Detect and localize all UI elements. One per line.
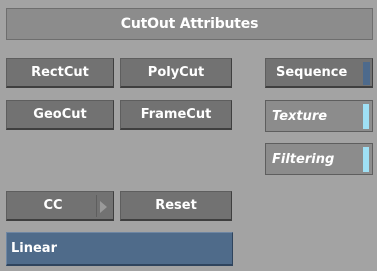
cc-divider — [96, 195, 97, 217]
filtering-toggle[interactable]: Filtering — [265, 143, 373, 175]
texture-toggle[interactable]: Texture — [265, 100, 373, 132]
sequence-button[interactable]: Sequence — [265, 58, 373, 88]
cc-button[interactable]: CC — [6, 191, 114, 221]
cutout-attributes-panel: CutOut Attributes RectCut PolyCut GeoCut… — [0, 0, 377, 271]
triangle-right-icon[interactable] — [100, 201, 107, 213]
texture-label: Texture — [272, 108, 328, 124]
geocut-button[interactable]: GeoCut — [6, 100, 114, 130]
panel-title: CutOut Attributes — [6, 8, 373, 40]
cc-label: CC — [43, 198, 63, 213]
framecut-button[interactable]: FrameCut — [120, 100, 232, 130]
rectcut-button[interactable]: RectCut — [6, 58, 114, 88]
reset-button[interactable]: Reset — [120, 191, 232, 221]
mode-dropdown[interactable]: Linear — [6, 232, 233, 266]
filtering-toggle-indicator — [363, 147, 369, 172]
filtering-label: Filtering — [272, 151, 335, 167]
texture-toggle-indicator — [363, 104, 369, 129]
polycut-button[interactable]: PolyCut — [120, 58, 232, 88]
sequence-indicator — [363, 62, 370, 85]
sequence-label: Sequence — [276, 65, 348, 80]
